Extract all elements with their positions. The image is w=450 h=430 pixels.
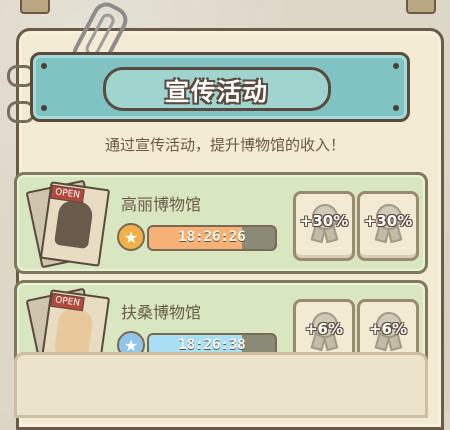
frame-nub-icon [406, 0, 436, 14]
tack-icon [393, 105, 399, 111]
timer-text: 18:26:26 [178, 229, 246, 245]
poster-woman-icon: OPEN [25, 179, 111, 269]
subtitle: 通过宣传活动，提升博物馆的收入！ [104, 136, 345, 154]
frame-nub-icon [20, 0, 50, 14]
bonus-button[interactable]: +30% [357, 191, 419, 261]
museum-card: OPEN 高丽博物馆 ★ 18:26:26 +30% +30% [14, 172, 428, 274]
top-decoration [0, 0, 450, 18]
museum-name: 高丽博物馆 [121, 195, 202, 214]
star-icon: ★ [117, 223, 145, 251]
tack-icon [393, 63, 399, 69]
tack-icon [41, 63, 47, 69]
bonus-value: +30% [299, 212, 349, 230]
bonus-value: +6% [304, 320, 344, 338]
page-title: 宣传活动 [165, 77, 269, 106]
bonus-value: +6% [368, 320, 408, 338]
bonus-button[interactable]: +30% [293, 191, 355, 261]
title-banner: 宣传活动 [30, 52, 410, 122]
empty-museum-slot [14, 352, 428, 418]
timer-text: 18:26:38 [178, 337, 246, 353]
bonus-value: +30% [363, 212, 413, 230]
promotion-timer: 18:26:26 [147, 225, 277, 251]
museum-name: 扶桑博物馆 [121, 303, 202, 322]
title-plate: 宣传活动 [103, 67, 331, 111]
tack-icon [41, 105, 47, 111]
